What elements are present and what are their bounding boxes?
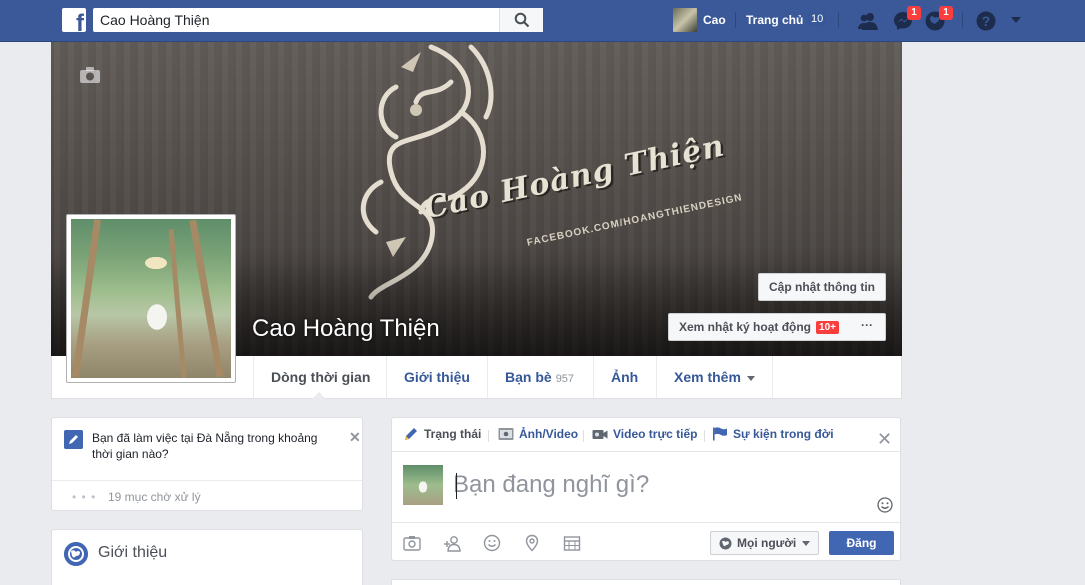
divider <box>838 12 839 28</box>
progress-dots: • • • <box>72 490 97 504</box>
audience-selector[interactable]: Mọi người <box>710 531 820 555</box>
tab-life-event[interactable]: Sự kiện trong đời <box>712 427 834 441</box>
feeling-icon[interactable] <box>483 534 501 552</box>
user-name: Cao <box>703 13 726 27</box>
activity-count-badge: 10+ <box>816 320 839 334</box>
audience-label: Mọi người <box>737 536 797 550</box>
messages-badge: 1 <box>907 6 921 20</box>
tab-photos[interactable]: Ảnh <box>593 356 655 398</box>
active-tab-pointer <box>311 392 327 400</box>
tab-label: Dòng thời gian <box>271 369 371 385</box>
globe-icon <box>64 542 88 566</box>
divider <box>488 430 489 442</box>
photo-tree-trunk <box>189 219 224 378</box>
update-info-button[interactable]: Cập nhật thông tin <box>758 273 886 301</box>
profile-photo <box>71 219 231 378</box>
search-input[interactable] <box>93 8 493 32</box>
close-icon[interactable]: ✕ <box>877 430 892 448</box>
pencil-icon <box>64 430 83 449</box>
tab-more[interactable]: Xem thêm <box>656 356 773 398</box>
chevron-down-icon <box>746 375 755 381</box>
intro-card: Giới thiệu <box>51 529 363 585</box>
text-cursor <box>456 473 457 499</box>
tab-label: Trạng thái <box>424 427 482 441</box>
divider <box>704 430 705 442</box>
composer-tabs: Trạng thái Ảnh/Video Video trực tiếp Sự … <box>392 418 900 452</box>
search-box <box>93 8 543 32</box>
activity-log-label: Xem nhật ký hoạt động <box>679 320 812 334</box>
composer-footer: Mọi người Đăng <box>392 522 900 561</box>
tab-label: Sự kiện trong đời <box>733 427 834 441</box>
video-camera-icon <box>592 430 608 439</box>
profile-shortcut[interactable]: Cao <box>673 8 726 32</box>
chevron-down-icon <box>802 540 811 546</box>
pencil-icon <box>405 428 417 440</box>
prompt-question[interactable]: Bạn đã làm việc tại Đà Nẵng trong khoảng… <box>92 430 337 462</box>
emoji-icon[interactable] <box>877 497 893 513</box>
more-options-button[interactable]: ··· <box>849 313 886 341</box>
prompt-footer: • • • 19 mục chờ xử lý <box>52 480 362 511</box>
friends-count: 957 <box>555 373 575 385</box>
notifications-badge: 1 <box>939 6 953 20</box>
help-icon[interactable]: ? <box>975 10 997 32</box>
facebook-logo-letter: f <box>76 10 84 33</box>
avatar <box>403 465 443 505</box>
photo-tree-trunk <box>168 229 187 378</box>
tab-label: Giới thiệu <box>404 369 470 385</box>
intro-title: Giới thiệu <box>98 544 168 561</box>
tab-label: Video trực tiếp <box>613 427 698 441</box>
next-card-edge <box>391 579 901 585</box>
pending-items-link[interactable]: 19 mục chờ xử lý <box>108 490 201 504</box>
tab-label: Ảnh <box>611 369 639 385</box>
tab-about[interactable]: Giới thiệu <box>386 356 487 398</box>
tab-label: Xem thêm <box>674 369 741 385</box>
divider <box>583 430 584 442</box>
status-input[interactable] <box>453 468 873 502</box>
flag-icon <box>713 427 727 441</box>
tag-friends-icon[interactable] <box>443 534 461 552</box>
life-event-prompt-card: Bạn đã làm việc tại Đà Nẵng trong khoảng… <box>51 417 363 511</box>
tab-label: Ảnh/Video <box>519 427 579 441</box>
globe-icon <box>719 537 732 549</box>
camera-icon[interactable] <box>79 66 101 84</box>
top-navigation-bar: f Cao Trang chủ 10 1 1 ? <box>0 0 1085 42</box>
facebook-logo[interactable]: f <box>62 8 86 32</box>
add-photo-icon[interactable] <box>403 534 421 552</box>
svg-text:?: ? <box>982 13 991 29</box>
location-pin-icon[interactable] <box>523 534 541 552</box>
photo-tree-trunk <box>71 219 102 378</box>
divider <box>735 12 736 28</box>
tab-photo-video[interactable]: Ảnh/Video <box>498 427 578 441</box>
search-button[interactable] <box>499 8 543 32</box>
tab-live-video[interactable]: Video trực tiếp <box>592 427 698 441</box>
tab-friends[interactable]: Bạn bè 957 <box>487 356 591 398</box>
friend-requests-icon[interactable] <box>857 10 879 32</box>
home-link[interactable]: Trang chủ <box>746 13 803 27</box>
activity-log-button[interactable]: Xem nhật ký hoạt động 10+ <box>668 313 850 341</box>
close-icon[interactable]: ✕ <box>349 430 361 444</box>
home-count-badge: 10 <box>808 12 827 26</box>
tab-status[interactable]: Trạng thái <box>403 427 481 441</box>
profile-picture[interactable] <box>66 214 236 383</box>
tab-label: Bạn bè <box>505 369 552 385</box>
divider <box>962 12 963 28</box>
calendar-icon[interactable] <box>563 534 581 552</box>
account-menu-icon[interactable] <box>1010 15 1022 25</box>
avatar <box>673 8 697 32</box>
search-icon <box>514 12 530 28</box>
photo-icon <box>498 428 514 440</box>
cover-brand-url: FACEBOOK.COM/HOANGTHIENDESIGN <box>526 192 744 249</box>
post-button[interactable]: Đăng <box>829 531 894 555</box>
profile-name[interactable]: Cao Hoàng Thiện <box>252 315 440 343</box>
post-composer: Trạng thái Ảnh/Video Video trực tiếp Sự … <box>391 417 901 561</box>
